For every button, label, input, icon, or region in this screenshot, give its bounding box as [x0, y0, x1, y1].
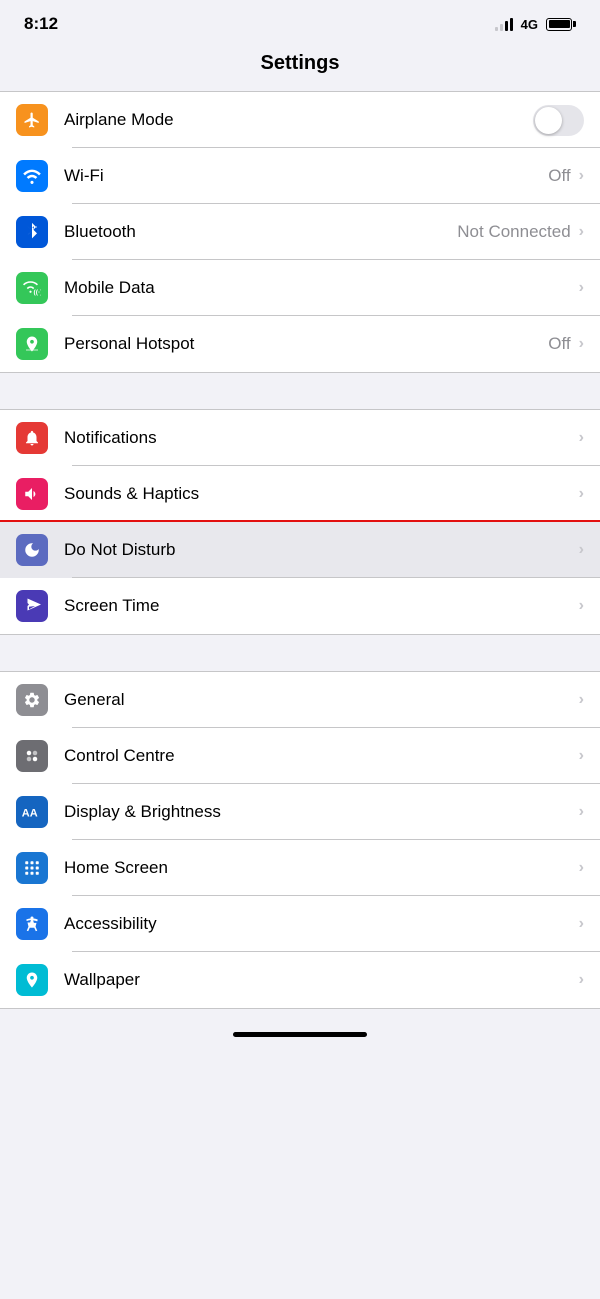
bluetooth-chevron: › — [579, 223, 584, 241]
general-label: General — [64, 690, 579, 710]
settings-row-home-screen[interactable]: Home Screen › — [0, 840, 600, 896]
airplane-mode-icon — [16, 104, 48, 136]
display-brightness-label: Display & Brightness — [64, 802, 579, 822]
notifications-chevron: › — [579, 429, 584, 447]
connectivity-list: Airplane Mode Wi-Fi Off › Bluetooth — [0, 91, 600, 373]
screen-time-chevron: › — [579, 597, 584, 615]
screen-time-label: Screen Time — [64, 596, 579, 616]
display-brightness-chevron: › — [579, 803, 584, 821]
settings-row-general[interactable]: General › — [0, 672, 600, 728]
mobile-data-chevron: › — [579, 279, 584, 297]
mobile-data-icon: ((·)) — [16, 272, 48, 304]
personal-hotspot-icon — [16, 328, 48, 360]
bluetooth-label: Bluetooth — [64, 222, 457, 242]
sounds-haptics-label: Sounds & Haptics — [64, 484, 579, 504]
settings-row-airplane-mode[interactable]: Airplane Mode — [0, 92, 600, 148]
mobile-data-label: Mobile Data — [64, 278, 579, 298]
airplane-mode-toggle[interactable] — [533, 105, 584, 136]
settings-row-personal-hotspot[interactable]: Personal Hotspot Off › — [0, 316, 600, 372]
bluetooth-icon — [16, 216, 48, 248]
settings-row-sounds-haptics[interactable]: Sounds & Haptics › — [0, 466, 600, 522]
settings-row-mobile-data[interactable]: ((·)) Mobile Data › — [0, 260, 600, 316]
control-centre-chevron: › — [579, 747, 584, 765]
settings-group-display: General › Control Centre › AA — [0, 671, 600, 1009]
wallpaper-label: Wallpaper — [64, 970, 579, 990]
do-not-disturb-label: Do Not Disturb — [64, 540, 579, 560]
settings-row-screen-time[interactable]: Screen Time › — [0, 578, 600, 634]
wifi-chevron: › — [579, 167, 584, 185]
status-time: 8:12 — [24, 14, 58, 34]
general-chevron: › — [579, 691, 584, 709]
display-brightness-icon: AA — [16, 796, 48, 828]
settings-row-do-not-disturb[interactable]: Do Not Disturb › — [0, 522, 600, 578]
page-title: Settings — [0, 44, 600, 91]
wallpaper-chevron: › — [579, 971, 584, 989]
home-indicator — [233, 1032, 367, 1037]
control-centre-icon — [16, 740, 48, 772]
personal-hotspot-value: Off — [548, 334, 570, 354]
accessibility-chevron: › — [579, 915, 584, 933]
home-screen-label: Home Screen — [64, 858, 579, 878]
airplane-mode-label: Airplane Mode — [64, 110, 533, 130]
svg-text:((·)): ((·)) — [34, 289, 42, 296]
divider-1 — [0, 373, 600, 409]
settings-group-notifications: Notifications › Sounds & Haptics › Do No… — [0, 409, 600, 635]
status-bar: 8:12 4G — [0, 0, 600, 44]
settings-row-bluetooth[interactable]: Bluetooth Not Connected › — [0, 204, 600, 260]
settings-row-display-brightness[interactable]: AA Display & Brightness › — [0, 784, 600, 840]
settings-row-wifi[interactable]: Wi-Fi Off › — [0, 148, 600, 204]
bottom-bar — [0, 1009, 600, 1045]
status-icons: 4G — [495, 17, 576, 32]
control-centre-label: Control Centre — [64, 746, 579, 766]
svg-text:AA: AA — [22, 808, 38, 820]
display-list: General › Control Centre › AA — [0, 671, 600, 1009]
accessibility-icon — [16, 908, 48, 940]
accessibility-label: Accessibility — [64, 914, 579, 934]
wifi-label: Wi-Fi — [64, 166, 548, 186]
divider-2 — [0, 635, 600, 671]
general-icon — [16, 684, 48, 716]
sounds-haptics-icon — [16, 478, 48, 510]
settings-row-accessibility[interactable]: Accessibility › — [0, 896, 600, 952]
bluetooth-value: Not Connected — [457, 222, 570, 242]
home-screen-icon — [16, 852, 48, 884]
settings-row-notifications[interactable]: Notifications › — [0, 410, 600, 466]
battery-icon — [546, 18, 576, 31]
wifi-value: Off — [548, 166, 570, 186]
wallpaper-icon — [16, 964, 48, 996]
do-not-disturb-icon — [16, 534, 48, 566]
settings-row-wallpaper[interactable]: Wallpaper › — [0, 952, 600, 1008]
network-type-label: 4G — [521, 17, 538, 32]
wifi-icon — [16, 160, 48, 192]
personal-hotspot-label: Personal Hotspot — [64, 334, 548, 354]
do-not-disturb-chevron: › — [579, 541, 584, 559]
home-screen-chevron: › — [579, 859, 584, 877]
personal-hotspot-chevron: › — [579, 335, 584, 353]
screen-time-icon — [16, 590, 48, 622]
notifications-list: Notifications › Sounds & Haptics › Do No… — [0, 409, 600, 635]
notifications-icon — [16, 422, 48, 454]
signal-bars-icon — [495, 17, 513, 31]
settings-group-connectivity: Airplane Mode Wi-Fi Off › Bluetooth — [0, 91, 600, 373]
settings-row-control-centre[interactable]: Control Centre › — [0, 728, 600, 784]
sounds-haptics-chevron: › — [579, 485, 584, 503]
notifications-label: Notifications — [64, 428, 579, 448]
